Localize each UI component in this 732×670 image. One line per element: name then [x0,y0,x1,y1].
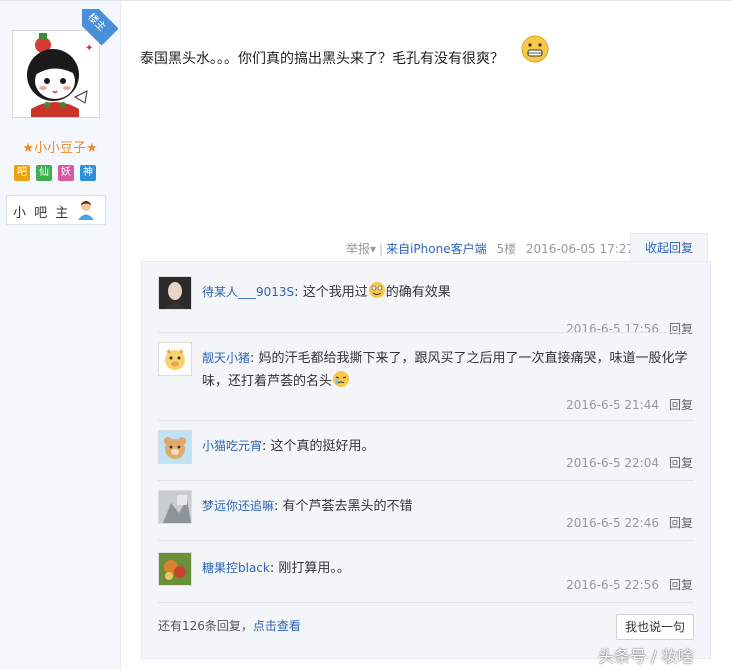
reply-author[interactable]: 待某人___9013S [202,285,294,299]
reply-time: 2016-6-5 22:46 [566,516,659,530]
reply-text: 妈的汗毛都给我撕下来了，跟风买了之后用了一次直接痛哭，味道一股化学味，还打着芦荟… [202,351,688,389]
reply-text: 有个芦荟去黑头的不错 [282,499,413,514]
more-replies-count: 还有126条回复， [158,619,253,633]
post-page: ✦ 楼主 ★小小豆子★ 吧 仙 妖 神 小 吧 主 泰国黑头水。。。你们真的搞出… [0,0,732,670]
divider [158,332,694,333]
reply-meta: 2016-6-5 22:46 回复 [566,514,693,531]
badge-yao: 妖 [58,165,74,181]
reply-author[interactable]: 梦远你还追嘛 [202,499,274,513]
reply-author[interactable]: 靓天小猪 [202,351,250,365]
author-sidebar: ✦ 楼主 ★小小豆子★ 吧 仙 妖 神 小 吧 主 [0,1,121,670]
post-time: 2016-06-05 17:27 [525,242,635,256]
bear-cartoon-icon [159,431,191,463]
reply-meta: 2016-6-5 17:56 回复 [566,320,693,337]
reply-button[interactable]: 回复 [669,516,693,530]
reply-list: 待某人___9013S: 这个我用过 的确有效果 2016-6-5 17:56 回复 [141,261,711,659]
post-body: 泰国黑头水。。。你们真的搞出黑头来了？毛孔有没有很爽？ [140,51,504,67]
reply-avatar[interactable] [158,276,192,310]
reply-meta: 2016-6-5 22:04 回复 [566,454,693,471]
view-more-link[interactable]: 点击查看 [253,619,301,633]
food-photo-icon [159,553,191,585]
reply-button[interactable]: 回复 [669,398,693,412]
grimace-emoji-icon [521,35,549,63]
badge-ba: 吧 [14,165,30,181]
author-name[interactable]: ★小小豆子★ [0,137,120,156]
reply-author[interactable]: 糖果控black [202,561,270,575]
reply-time: 2016-6-5 22:56 [566,578,659,592]
caret-down-icon[interactable]: ▾ [370,242,376,256]
reply-meta: 2016-6-5 22:56 回复 [566,576,693,593]
pig-cartoon-icon [159,343,191,375]
reply-text: 这个真的挺好用。 [270,439,375,454]
girl-photo-icon [159,277,191,309]
smile-emoji-icon [368,282,385,298]
op-ribbon: 楼主 [82,9,118,45]
reply-avatar[interactable] [158,342,192,376]
role-label: 小 吧 主 [13,206,71,221]
op-ribbon-label: 楼主 [82,9,118,45]
reply-text: 这个我用过 [302,285,368,300]
divider [158,602,694,603]
post-meta: 举报▾ | 来自iPhone客户端 5楼 2016-06-05 17:27 [346,242,635,256]
reply-button[interactable]: 回复 [669,578,693,592]
post-source[interactable]: 来自iPhone客户端 [386,242,487,256]
reply-avatar[interactable] [158,490,192,524]
role-badge: 小 吧 主 [6,195,106,225]
author-badges: 吧 仙 妖 神 [14,165,96,181]
report-link[interactable]: 举报 [346,242,370,256]
divider [158,420,694,421]
reply-text-2: 的确有效果 [385,285,451,300]
divider [158,540,694,541]
more-replies: 还有126条回复，点击查看 [158,617,301,634]
reply-avatar[interactable] [158,552,192,586]
reply-time: 2016-6-5 17:56 [566,322,659,336]
reply-meta: 2016-6-5 21:44 回复 [566,396,693,413]
post-floor: 5楼 [496,242,517,256]
reply-time: 2016-6-5 21:44 [566,398,659,412]
collapse-replies-button[interactable]: 收起回复 [630,233,708,262]
watermark: 头条号 / 妆啥 [598,647,694,666]
reply-author[interactable]: 小猫吃元宵 [202,439,262,453]
add-reply-button[interactable]: 我也说一句 [616,614,694,640]
reply-text: 刚打算用。。 [278,561,350,576]
crying-emoji-icon [333,371,350,387]
reply-avatar[interactable] [158,430,192,464]
reply-button[interactable]: 回复 [669,322,693,336]
badge-xian: 仙 [36,165,52,181]
reply-time: 2016-6-5 22:04 [566,456,659,470]
badge-shen: 神 [80,165,96,181]
gray-photo-icon [159,491,191,523]
divider [158,480,694,481]
admin-person-icon [78,201,94,220]
reply-button[interactable]: 回复 [669,456,693,470]
